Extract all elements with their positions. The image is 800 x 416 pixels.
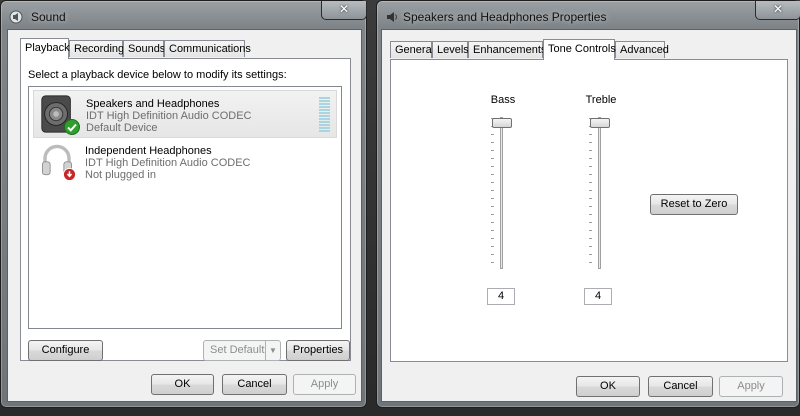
tab-sounds[interactable]: Sounds <box>123 40 166 57</box>
treble-label: Treble <box>585 94 617 106</box>
device-status: Not plugged in <box>85 169 156 181</box>
properties-button[interactable]: Properties <box>286 340 350 361</box>
apply-button[interactable]: Apply <box>719 376 783 397</box>
properties-client-area: General Levels Enhancements Tone Control… <box>381 29 797 402</box>
tab-tone-controls[interactable]: Tone Controls <box>543 39 616 60</box>
ok-button[interactable]: OK <box>576 376 640 397</box>
properties-close-button[interactable]: ✕ <box>755 1 800 20</box>
tone-controls-panel: Bass 4 Treble 4 Reset to Zero <box>390 59 788 362</box>
tab-playback[interactable]: Playback <box>20 38 70 59</box>
sound-window-title: Sound <box>31 10 66 24</box>
cancel-button[interactable]: Cancel <box>648 376 713 397</box>
sound-tab-strip: Playback Recording Sounds Communications <box>20 38 350 59</box>
tab-label: Recording <box>74 43 125 55</box>
treble-slider-track[interactable] <box>598 117 601 269</box>
properties-tab-strip: General Levels Enhancements Tone Control… <box>390 39 790 60</box>
bass-slider-track[interactable] <box>500 117 503 269</box>
close-icon: ✕ <box>772 2 784 16</box>
cancel-button[interactable]: Cancel <box>222 374 287 395</box>
tab-recording[interactable]: Recording <box>69 40 125 57</box>
tab-label: Playback <box>25 42 70 54</box>
bass-label: Bass <box>490 94 516 106</box>
device-status: Default Device <box>86 122 158 134</box>
green-check-icon <box>64 119 80 135</box>
tab-label: Sounds <box>128 43 166 55</box>
list-item-headphones[interactable]: Independent Headphones IDT High Definiti… <box>33 138 337 186</box>
properties-titlebar[interactable]: Speakers and Headphones Properties ✕ <box>377 1 800 31</box>
tab-label: Advanced <box>620 44 669 56</box>
properties-window: Speakers and Headphones Properties ✕ Gen… <box>376 0 800 408</box>
sound-client-area: Playback Recording Sounds Communications… <box>7 29 362 402</box>
tab-label: Levels <box>437 44 469 56</box>
sound-app-icon <box>9 10 23 24</box>
playback-instruction: Select a playback device below to modify… <box>28 69 287 81</box>
playback-panel: Select a playback device below to modify… <box>20 58 351 361</box>
level-meter <box>319 97 330 133</box>
configure-button[interactable]: Configure <box>28 340 103 361</box>
playback-device-list[interactable]: Speakers and Headphones IDT High Definit… <box>28 86 342 329</box>
tab-label: Tone Controls <box>548 43 616 55</box>
device-name: Independent Headphones <box>85 145 212 157</box>
device-driver: IDT High Definition Audio CODEC <box>86 110 252 122</box>
list-item-speakers[interactable]: Speakers and Headphones IDT High Definit… <box>33 90 337 138</box>
set-default-label: Set Default <box>210 344 265 356</box>
tab-general[interactable]: General <box>390 41 435 58</box>
red-unplugged-icon <box>63 168 76 181</box>
bass-value: 4 <box>487 288 515 305</box>
reset-to-zero-button[interactable]: Reset to Zero <box>650 194 738 215</box>
bass-slider-thumb[interactable] <box>492 118 512 128</box>
apply-button[interactable]: Apply <box>293 374 356 395</box>
tab-advanced[interactable]: Advanced <box>615 41 669 58</box>
tab-label: Enhancements <box>473 44 547 56</box>
sound-window: Sound ✕ Playback Recording Sounds Commun… <box>0 0 367 408</box>
tab-label: Communications <box>169 43 251 55</box>
close-icon: ✕ <box>338 2 350 16</box>
tab-label: General <box>395 44 435 56</box>
tab-enhancements[interactable]: Enhancements <box>468 41 547 58</box>
speaker-small-icon <box>387 12 397 22</box>
device-name: Speakers and Headphones <box>86 98 220 110</box>
treble-value: 4 <box>584 288 612 305</box>
ok-button[interactable]: OK <box>151 374 214 395</box>
tab-communications[interactable]: Communications <box>164 40 251 57</box>
device-driver: IDT High Definition Audio CODEC <box>85 157 251 169</box>
properties-window-title: Speakers and Headphones Properties <box>403 10 607 24</box>
treble-slider-thumb[interactable] <box>590 118 610 128</box>
tab-levels[interactable]: Levels <box>432 41 469 58</box>
sound-close-button[interactable]: ✕ <box>321 1 367 20</box>
treble-ticks <box>589 118 593 270</box>
sound-titlebar[interactable]: Sound ✕ <box>1 1 367 31</box>
bass-ticks <box>491 118 495 270</box>
set-default-button[interactable]: Set Default ▼ <box>203 340 281 361</box>
dropdown-arrow-icon[interactable]: ▼ <box>265 341 280 360</box>
